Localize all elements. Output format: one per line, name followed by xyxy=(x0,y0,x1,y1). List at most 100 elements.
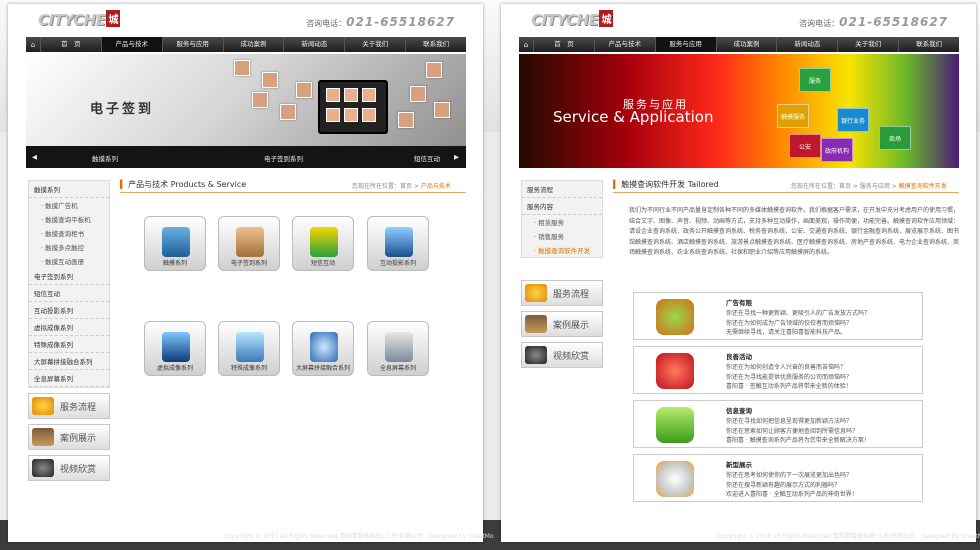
strip-item-esign[interactable]: 电子签到系列 xyxy=(264,153,303,163)
feature-card[interactable]: 新型展示 你还在思考如何使你的下一次展览更加出色吗？ 你还在搜寻新颖有趣的展示方式的… xyxy=(633,454,923,502)
case-showcase-button[interactable]: 案例展示 xyxy=(521,311,603,337)
menu-cat-special[interactable]: 特殊成像系列 xyxy=(29,336,109,353)
person-icon xyxy=(236,227,264,257)
home-icon[interactable]: ⌂ xyxy=(26,41,40,49)
left-page: CITYCHE 城 咨询电话：021-65518627 ⌂ 首 页 产品与技术 服… xyxy=(8,4,494,542)
nav-item-products[interactable]: 产品与技术 xyxy=(100,37,162,52)
menu-cat-content[interactable]: 服务内容 xyxy=(522,198,602,215)
strip-item-sms[interactable]: 短信互动 xyxy=(414,153,440,163)
face-photo-icon xyxy=(398,112,414,128)
menu-cat-process[interactable]: 服务流程 xyxy=(522,181,602,198)
banner-title-en: Service & Application xyxy=(553,108,714,126)
cube-tag: 服务 xyxy=(799,68,831,92)
face-photo-icon xyxy=(434,102,450,118)
product-projection[interactable]: 互动投影系列 xyxy=(365,216,431,286)
feature-card[interactable]: 良善活动 你还在为如何创造令人兴奋的良善而苦恼吗？ 你还在为寻找能提供优质服务的公司… xyxy=(633,346,923,394)
cube-tag: 触摸服务 xyxy=(777,104,809,128)
nav-item-contact[interactable]: 联系我们 xyxy=(405,37,466,52)
banner-strip: ◀ 触摸系列 电子签到系列 短信互动 ▶ xyxy=(26,146,466,168)
service-process-button[interactable]: 服务流程 xyxy=(28,393,110,419)
face-photo-icon xyxy=(252,92,268,108)
product-videowall[interactable]: 大屏幕拼接融合系列 xyxy=(290,321,356,391)
menu-sub-item[interactable]: · 销售服务 xyxy=(522,229,602,243)
site-logo[interactable]: CITYCHE 城 xyxy=(531,10,613,29)
nav-item-cases[interactable]: 成功案例 xyxy=(715,37,777,52)
face-photo-icon xyxy=(234,60,250,76)
menu-cat-esign[interactable]: 电子签到系列 xyxy=(29,268,109,285)
product-sms[interactable]: 短信互动 xyxy=(290,216,356,286)
tablet-icon xyxy=(385,332,413,362)
breadcrumb: 您现在所在位置：首页 > 产品与技术 xyxy=(352,183,451,190)
nav-item-services[interactable]: 服务与应用 xyxy=(161,37,223,52)
banner-title: 电子签到 xyxy=(90,102,155,117)
menu-cat-videowall[interactable]: 大屏幕拼接融合系列 xyxy=(29,353,109,370)
cube-tag: 公安 xyxy=(789,134,821,158)
cube-tag: 银行业务 xyxy=(837,108,869,132)
product-holo[interactable]: 全息屏幕系列 xyxy=(365,321,431,391)
banner-service: 服务与应用 Service & Application 服务 银行业务 触摸服务… xyxy=(519,54,959,168)
face-photo-icon xyxy=(280,104,296,120)
feature-card[interactable]: 广告有限 你还在寻找一种更新颖、更吸引人的广告发放方式吗？ 你还在为如何成为广告领域… xyxy=(633,292,923,340)
product-touch[interactable]: 触摸系列 xyxy=(142,216,208,286)
nav-item-contact[interactable]: 联系我们 xyxy=(898,37,959,52)
nav-item-news[interactable]: 新闻动态 xyxy=(776,37,837,52)
video-button[interactable]: 视频欣赏 xyxy=(521,342,603,368)
menu-sub-item[interactable]: · 触摸互动画册 xyxy=(29,254,109,268)
advert-icon xyxy=(656,299,694,335)
nav-item-products[interactable]: 产品与技术 xyxy=(593,37,655,52)
menu-sub-item[interactable]: · 租赁服务 xyxy=(522,215,602,229)
nav-item-home[interactable]: 首 页 xyxy=(533,37,594,52)
disc-icon xyxy=(310,332,338,362)
case-showcase-button[interactable]: 案例展示 xyxy=(28,424,110,450)
footer-copyright: Copyright © 2010 all Rights Reserved 喜阳喜… xyxy=(717,533,980,540)
left-sidebar: 触摸系列 · 触摸广告机 · 触摸查询平板机 · 触摸查询柜书 · 触摸多点触控… xyxy=(28,180,110,481)
menu-cat-virtual[interactable]: 虚拟成像系列 xyxy=(29,319,109,336)
menu-sub-item[interactable]: · 触摸多点触控 xyxy=(29,240,109,254)
menu-cat-sms[interactable]: 短信互动 xyxy=(29,285,109,302)
product-esign[interactable]: 电子签到系列 xyxy=(216,216,282,286)
bar-chart-icon xyxy=(310,227,338,257)
heart-icon xyxy=(656,353,694,389)
main-nav: ⌂ 首 页 产品与技术 服务与应用 成功案例 新闻动态 关于我们 联系我们 xyxy=(26,37,466,52)
main-nav: ⌂ 首 页 产品与技术 服务与应用 成功案例 新闻动态 关于我们 联系我们 xyxy=(519,37,959,52)
menu-cat-holo[interactable]: 全息屏幕系列 xyxy=(29,370,109,387)
nav-item-services[interactable]: 服务与应用 xyxy=(654,37,716,52)
nav-item-about[interactable]: 关于我们 xyxy=(344,37,405,52)
next-arrow-icon[interactable]: ▶ xyxy=(454,153,459,161)
prev-arrow-icon[interactable]: ◀ xyxy=(32,153,37,161)
monitor-icon xyxy=(385,227,413,257)
disc-icon xyxy=(656,461,694,497)
intro-paragraph: 我们为不同行业不同产品量身定制各种不同的多媒体触摸查询软件。我们根据客户需求，在… xyxy=(629,207,960,256)
menu-sub-item[interactable]: · 触摸查询平板机 xyxy=(29,212,109,226)
virtual-icon xyxy=(162,332,190,362)
menu-sub-item-current[interactable]: · 触摸查询软件开发 xyxy=(522,243,602,257)
face-photo-icon xyxy=(296,82,312,98)
service-process-button[interactable]: 服务流程 xyxy=(521,280,603,306)
video-button[interactable]: 视频欣赏 xyxy=(28,455,110,481)
menu-sub-item[interactable]: · 触摸查询柜书 xyxy=(29,226,109,240)
feature-card[interactable]: 信息查询 你还在寻找如何把信息呈现得更加新颖方法吗？ 你还在思索如何让顾客方便地查阅… xyxy=(633,400,923,448)
right-page: CITYCHE 城 咨询电话：021-65518627 ⌂ 首 页 产品与技术 服… xyxy=(501,4,980,542)
breadcrumb: 您现在所在位置：首页 > 服务与应用 > 触摸查询软件开发 xyxy=(791,183,947,190)
site-logo[interactable]: CITYCHE 城 xyxy=(38,10,120,29)
nav-item-cases[interactable]: 成功案例 xyxy=(222,37,284,52)
product-special[interactable]: 特殊成像系列 xyxy=(216,321,282,391)
product-virtual[interactable]: 虚拟成像系列 xyxy=(142,321,208,391)
home-icon[interactable]: ⌂ xyxy=(519,41,533,49)
banner-esign: 电子签到 ◀ 触摸系列 电子签到系列 短信互动 ▶ xyxy=(26,54,466,168)
header: CITYCHE 城 咨询电话：021-65518627 xyxy=(8,4,483,36)
nav-item-about[interactable]: 关于我们 xyxy=(837,37,898,52)
cube-tag: 政府机构 xyxy=(821,138,853,162)
menu-sub-item[interactable]: · 触摸广告机 xyxy=(29,198,109,212)
screen-icon xyxy=(656,407,694,443)
menu-cat-projection[interactable]: 互动投影系列 xyxy=(29,302,109,319)
face-photo-icon xyxy=(262,72,278,88)
menu-cat-touch[interactable]: 触摸系列 xyxy=(29,181,109,198)
divider xyxy=(613,192,959,193)
strip-item-touch[interactable]: 触摸系列 xyxy=(92,153,118,163)
cube-tag: 商场 xyxy=(879,126,911,150)
nav-item-news[interactable]: 新闻动态 xyxy=(283,37,344,52)
nav-item-home[interactable]: 首 页 xyxy=(40,37,101,52)
book-icon xyxy=(525,315,547,333)
divider xyxy=(120,192,466,193)
